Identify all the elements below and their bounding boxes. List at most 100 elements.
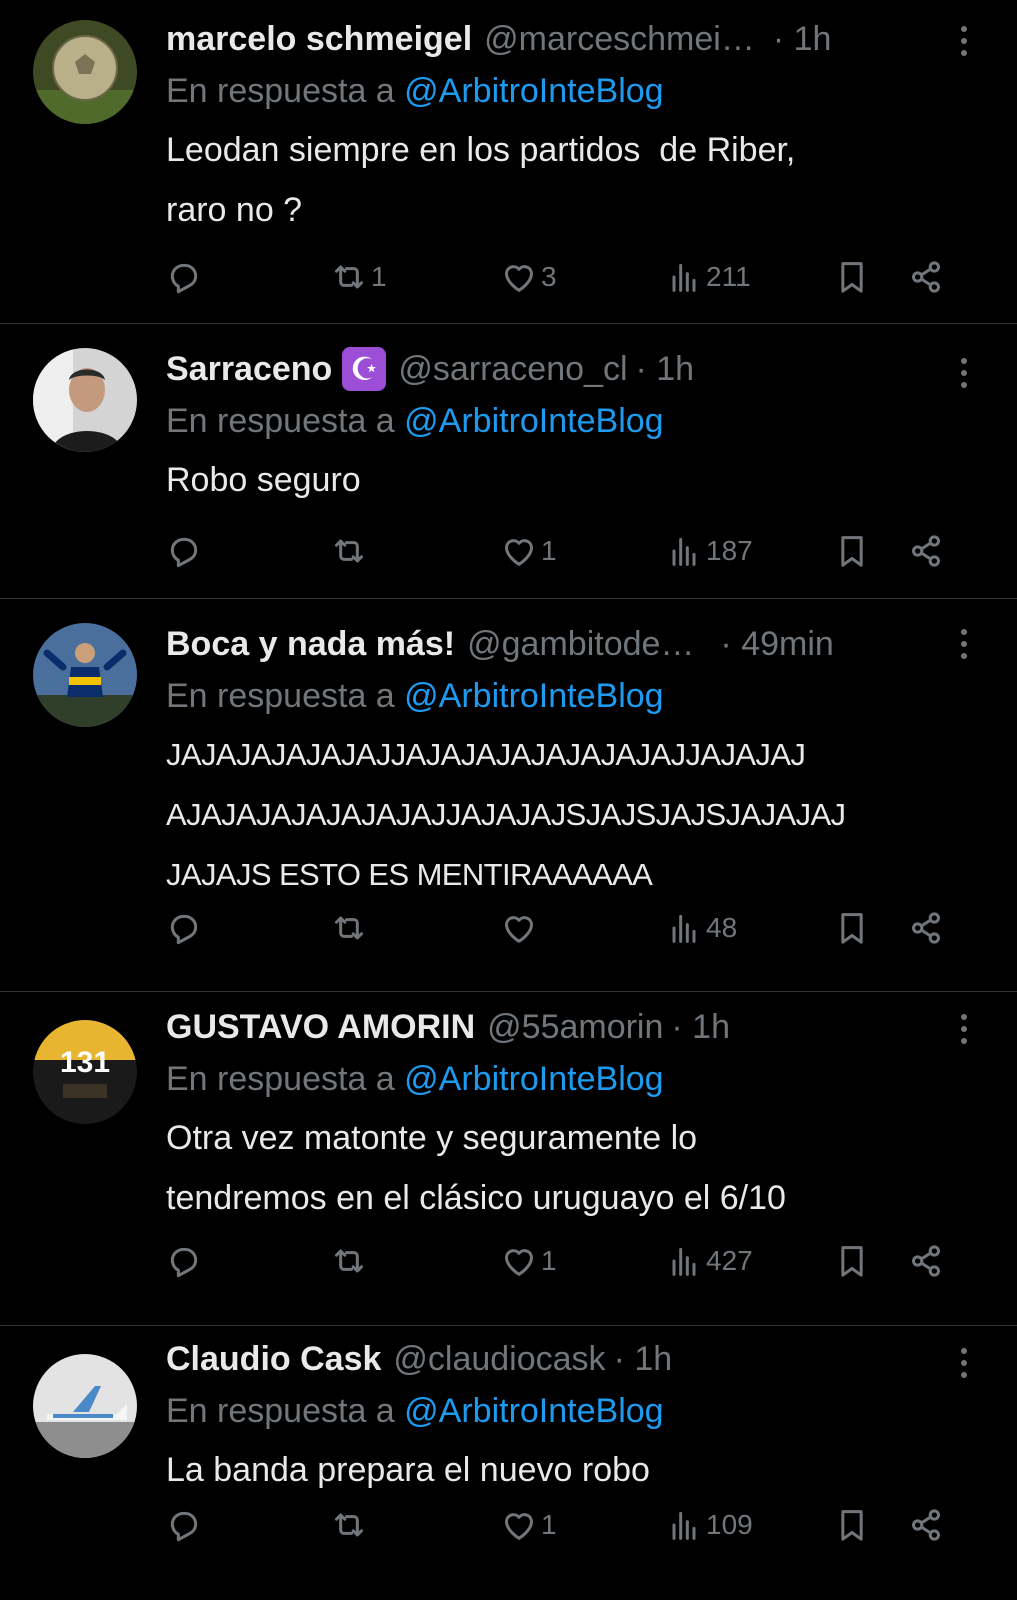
tweet-1[interactable]: marcelo schmeigel @marceschmei… · 1h En … (0, 0, 1017, 320)
share-icon (912, 261, 940, 293)
reply-prefix: En respuesta a (166, 402, 395, 440)
like-icon (505, 265, 533, 292)
bookmark-icon (841, 1510, 863, 1541)
retweet-button[interactable] (329, 1500, 371, 1550)
retweet-button[interactable] (329, 526, 371, 576)
like-icon (505, 1249, 533, 1276)
retweet-icon (335, 1249, 363, 1273)
like-count: 1 (541, 1245, 557, 1276)
like-button[interactable]: 1 (499, 1500, 557, 1550)
reply-prefix: En respuesta a (166, 677, 395, 715)
retweet-icon (335, 916, 363, 940)
tweet-4[interactable]: 131 GUSTAVO AMORIN @55amorin · 1h En res… (0, 992, 1017, 1324)
views-button[interactable]: 48 (664, 903, 737, 953)
reply-mention-link[interactable]: @ArbitroInteBlog (404, 1060, 663, 1098)
author-handle[interactable]: @gambitode… (467, 619, 694, 669)
reply-icon (170, 263, 198, 294)
like-button[interactable]: 1 (499, 1236, 557, 1286)
more-icon[interactable] (959, 625, 969, 665)
avatar-131-logo-image: 131 (33, 1020, 137, 1124)
share-icon (912, 1245, 940, 1277)
tweet-time[interactable]: · 1h (614, 1334, 673, 1384)
like-button[interactable]: 3 (499, 252, 557, 302)
more-icon[interactable] (959, 354, 969, 394)
avatar[interactable] (33, 1354, 137, 1458)
tweet-time[interactable]: · 1h (636, 344, 695, 394)
bookmark-icon (841, 1246, 863, 1277)
more-icon[interactable] (959, 1010, 969, 1050)
reply-button[interactable] (164, 1500, 204, 1550)
avatar[interactable]: 131 (33, 1020, 137, 1124)
views-button[interactable]: 211 (664, 252, 751, 302)
like-count: 1 (541, 1509, 557, 1540)
reply-context: En respuesta a @ArbitroInteBlog (166, 394, 977, 448)
tweet-time[interactable]: · 49min (720, 619, 833, 669)
tweet-text: La banda prepara el nuevo robo (166, 1451, 650, 1489)
author-handle[interactable]: @claudiocask (393, 1334, 605, 1384)
tweet-text: Robo seguro (166, 461, 361, 499)
avatar[interactable] (33, 623, 137, 727)
author-handle[interactable]: @marceschmei… (484, 14, 755, 64)
like-button[interactable]: 1 (499, 526, 557, 576)
retweet-icon (335, 265, 363, 289)
views-icon (672, 1247, 696, 1276)
share-button[interactable] (906, 526, 946, 576)
retweet-button[interactable] (329, 1236, 371, 1286)
reply-mention-link[interactable]: @ArbitroInteBlog (404, 402, 663, 440)
share-button[interactable] (906, 1236, 946, 1286)
tweet-3[interactable]: Boca y nada más! @gambitode… · 49min En … (0, 599, 1017, 991)
author-name[interactable]: GUSTAVO AMORIN (166, 1002, 475, 1052)
author-name[interactable]: Claudio Cask (166, 1334, 381, 1384)
views-icon (672, 537, 696, 566)
reply-mention-link[interactable]: @ArbitroInteBlog (404, 1392, 663, 1430)
crescent-badge-icon: ☪ (342, 347, 387, 391)
share-button[interactable] (906, 252, 946, 302)
views-icon (672, 1511, 696, 1540)
share-button[interactable] (906, 1500, 946, 1550)
share-button[interactable] (906, 903, 946, 953)
tweet-2[interactable]: Sarraceno ☪ @sarraceno_cl · 1h En respue… (0, 324, 1017, 594)
bookmark-button[interactable] (832, 1236, 872, 1286)
reply-mention-link[interactable]: @ArbitroInteBlog (404, 677, 663, 715)
bookmark-icon (841, 536, 863, 567)
avatar[interactable] (33, 20, 137, 124)
retweet-button[interactable]: 1 (329, 252, 387, 302)
like-icon (505, 916, 533, 943)
bookmark-icon (841, 262, 863, 293)
share-icon (912, 912, 940, 944)
reply-mention-link[interactable]: @ArbitroInteBlog (404, 72, 663, 110)
views-button[interactable]: 427 (664, 1236, 753, 1286)
author-name[interactable]: Sarraceno (166, 344, 332, 394)
reply-button[interactable] (164, 1236, 204, 1286)
author-handle[interactable]: @55amorin (487, 1002, 663, 1052)
author-name[interactable]: marcelo schmeigel (166, 14, 472, 64)
more-icon[interactable] (959, 22, 969, 62)
like-icon (505, 1513, 533, 1540)
like-count: 3 (541, 261, 557, 292)
views-button[interactable]: 109 (664, 1500, 753, 1550)
tweet-time[interactable]: · 1h (773, 14, 832, 64)
bookmark-button[interactable] (832, 1500, 872, 1550)
tweet-time[interactable]: · 1h (671, 1002, 730, 1052)
reply-button[interactable] (164, 903, 204, 953)
bookmark-button[interactable] (832, 526, 872, 576)
like-button[interactable] (499, 903, 541, 953)
tweet-text: Leodan siempre en los partidos de Riber,… (166, 131, 796, 229)
bookmark-icon (841, 913, 863, 944)
views-button[interactable]: 187 (664, 526, 753, 576)
tweet-text: Otra vez matonte y seguramente lo tendre… (166, 1119, 786, 1217)
reply-button[interactable] (164, 526, 204, 576)
author-name[interactable]: Boca y nada más! (166, 619, 455, 669)
like-count: 1 (541, 535, 557, 566)
reply-icon (170, 1511, 198, 1542)
reply-button[interactable] (164, 252, 204, 302)
more-icon[interactable] (959, 1344, 969, 1384)
retweet-button[interactable] (329, 903, 371, 953)
share-icon (912, 1509, 940, 1541)
tweet-5[interactable]: Claudio Cask @claudiocask · 1h En respue… (0, 1326, 1017, 1600)
tweet-text: JAJAJAJAJAJAJJAJAJAJAJAJAJAJAJJAJAJAJ AJ… (166, 737, 846, 892)
bookmark-button[interactable] (832, 903, 872, 953)
author-handle[interactable]: @sarraceno_cl (398, 344, 627, 394)
avatar[interactable] (33, 348, 137, 452)
bookmark-button[interactable] (832, 252, 872, 302)
